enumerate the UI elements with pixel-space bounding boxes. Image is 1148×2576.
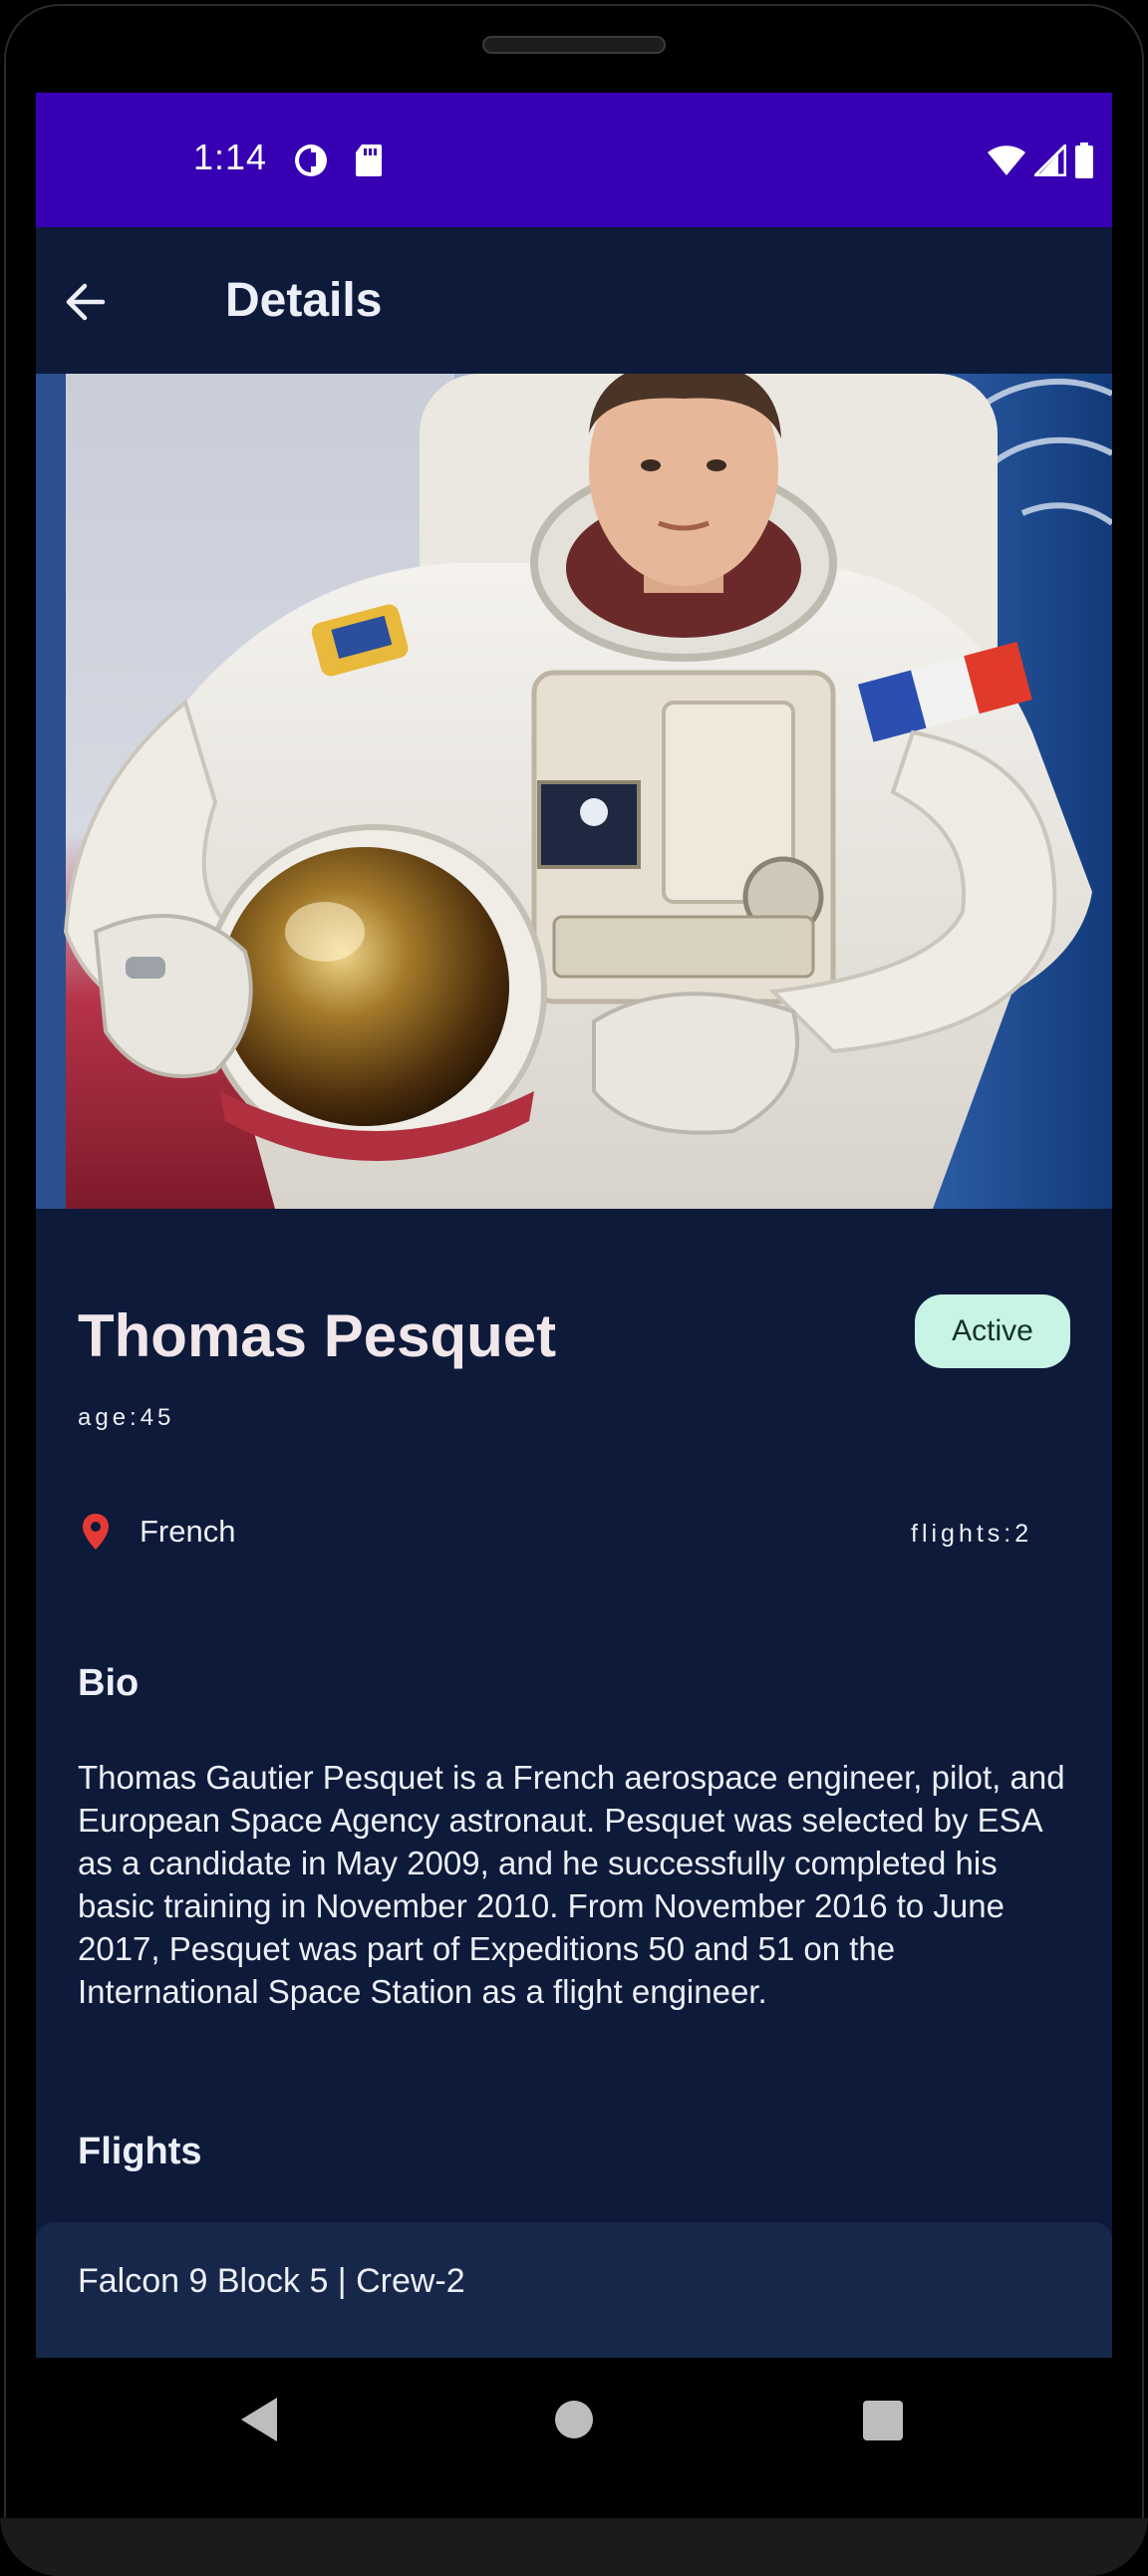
age-label: age:45 bbox=[78, 1404, 175, 1431]
status-badge: Active bbox=[915, 1294, 1070, 1368]
back-button[interactable] bbox=[50, 267, 120, 337]
astronaut-portrait bbox=[36, 374, 1112, 1209]
astronaut-name: Thomas Pesquet bbox=[78, 1302, 557, 1369]
battery-icon bbox=[1075, 143, 1093, 178]
wifi-icon bbox=[988, 145, 1025, 175]
page-title: Details bbox=[225, 274, 383, 327]
app-screen: 1:14 Details Thomas Pesquet Active age:4… bbox=[36, 93, 1112, 2358]
status-right-icons bbox=[987, 143, 1094, 178]
top-app-bar: Details bbox=[36, 227, 1112, 374]
earpiece-speaker bbox=[482, 36, 666, 54]
flights-heading: Flights bbox=[78, 2131, 202, 2172]
nationality-label: French bbox=[140, 1514, 236, 1549]
device-bottom-edge bbox=[0, 2518, 1148, 2576]
nav-recents-icon[interactable] bbox=[863, 2401, 903, 2440]
status-bar: 1:14 bbox=[36, 93, 1112, 227]
flights-count-label: flights:2 bbox=[911, 1520, 1033, 1548]
location-pin-icon bbox=[83, 1514, 109, 1550]
nav-back-icon[interactable] bbox=[239, 2396, 279, 2443]
nav-home-icon[interactable] bbox=[555, 2401, 593, 2438]
data-saver-icon bbox=[295, 144, 327, 176]
phone-device: 1:14 Details Thomas Pesquet Active age:4… bbox=[0, 0, 1148, 2576]
sd-card-icon bbox=[356, 144, 382, 176]
arrow-back-icon bbox=[66, 283, 106, 321]
cell-signal-icon bbox=[1034, 144, 1066, 176]
bio-text: Thomas Gautier Pesquet is a French aeros… bbox=[78, 1759, 1065, 2010]
bio-heading: Bio bbox=[78, 1662, 140, 1704]
nationality-row: French bbox=[78, 1508, 235, 1556]
flight-card-label: Falcon 9 Block 5 | Crew-2 bbox=[78, 2262, 465, 2300]
status-time: 1:14 bbox=[193, 137, 268, 177]
flight-card[interactable]: Falcon 9 Block 5 | Crew-2 bbox=[36, 2222, 1112, 2358]
astronaut-photo bbox=[36, 374, 1112, 1209]
